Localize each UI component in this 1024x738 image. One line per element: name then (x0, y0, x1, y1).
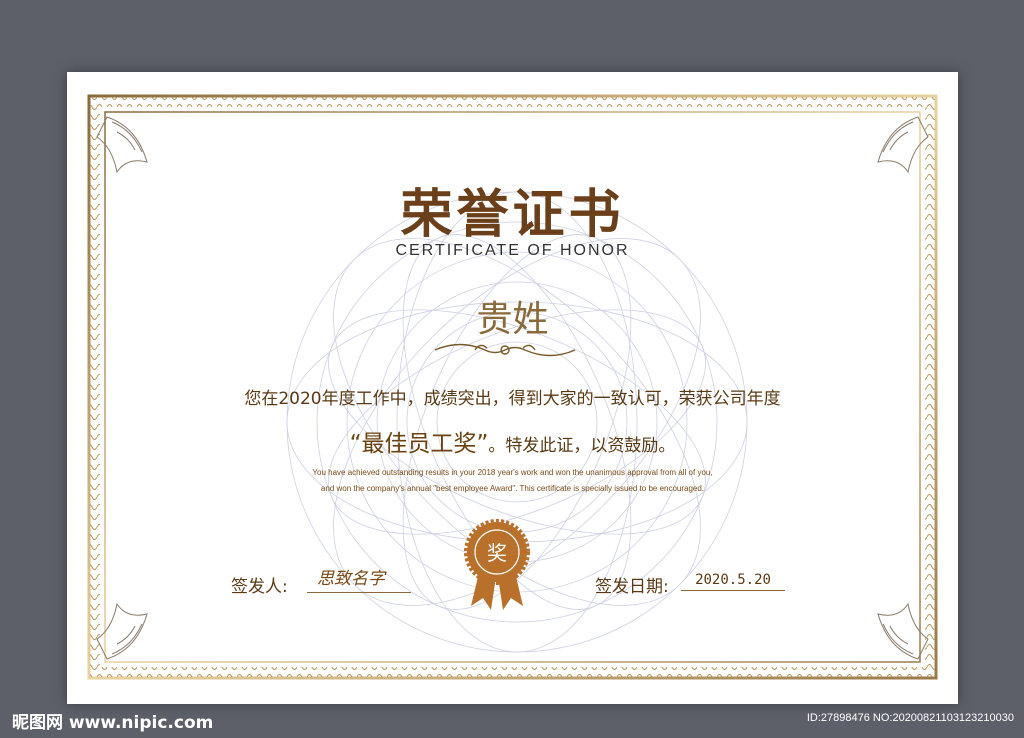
seal-character: 奖 (487, 541, 507, 565)
award-seal: 奖 (464, 519, 530, 610)
issuer-label: 签发人: (231, 577, 288, 597)
date-label: 签发日期: (595, 577, 669, 597)
flourish-ornament (434, 343, 576, 357)
english-line2: and won the company's annual "best emplo… (320, 484, 705, 493)
english-text: You have achieved outstanding results in… (67, 465, 958, 497)
certificate-paper: 荣誉证书 CERTIFICATE OF HONOR 贵姓 您在2020年度工作中… (67, 72, 958, 704)
certificate-subtitle: CERTIFICATE OF HONOR (395, 242, 630, 259)
watermark-site: 昵图网 www.nipic.com (12, 713, 214, 733)
issuer-signature: 思致名字 (317, 569, 385, 589)
watermark-id: ID:27898476 NO:20200821103123210030 (806, 712, 1014, 724)
body-text-line2: “最佳员工奖”。特发此证，以资鼓励。 (67, 424, 958, 458)
body-text-line1: 您在2020年度工作中，成绩突出，得到大家的一致认可，荣获公司年度 (244, 389, 781, 409)
body-text-line2-rest: 。特发此证，以资鼓励。 (488, 436, 676, 456)
issuer-underline (307, 592, 411, 593)
english-line1: You have achieved outstanding results in… (312, 468, 713, 477)
recipient-name: 贵姓 (476, 299, 549, 340)
certificate-title: 荣誉证书 (400, 185, 625, 245)
award-name: “最佳员工奖” (349, 431, 489, 457)
date-value: 2020.5.20 (681, 572, 785, 591)
